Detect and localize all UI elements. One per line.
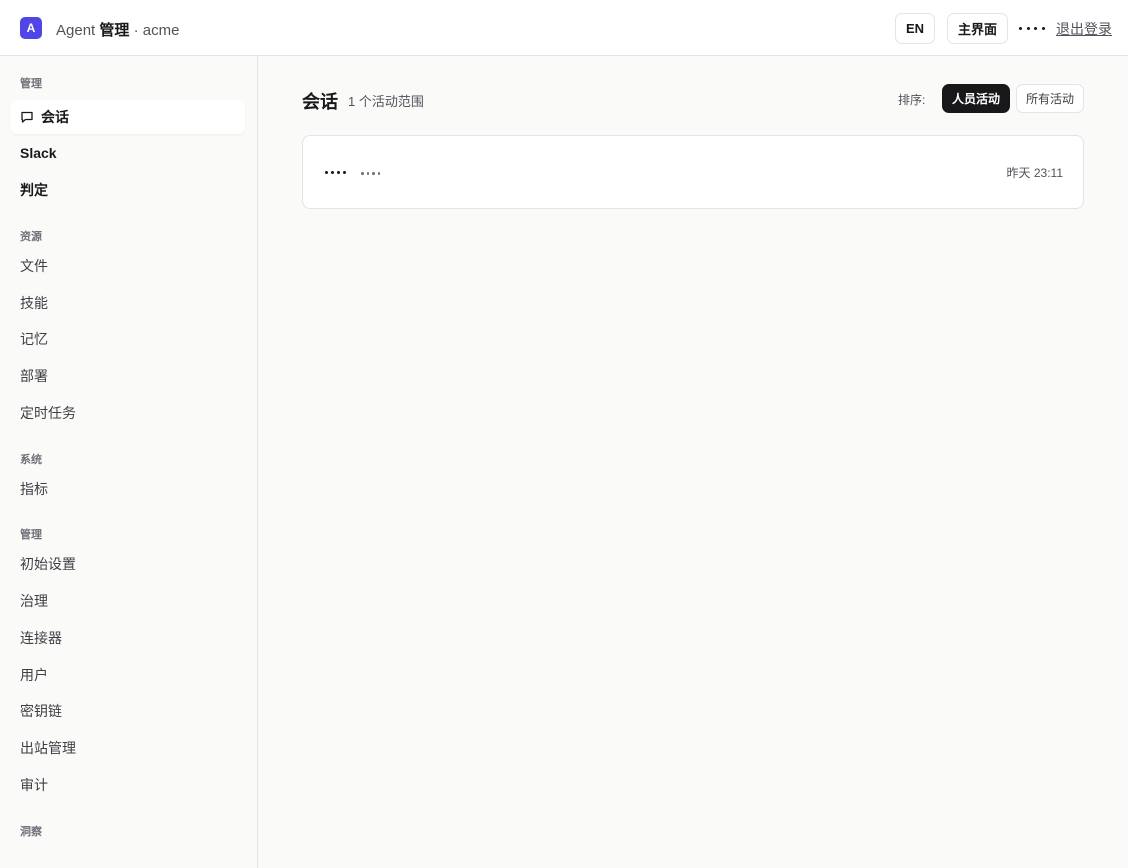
sidebar-item-memory[interactable]: 记忆 (10, 322, 245, 356)
sidebar-item-governance[interactable]: 治理 (10, 584, 245, 618)
main-content: 会话 1 个活动范围 排序: 人员活动 所有活动 昨天 23:11 (258, 56, 1128, 868)
section-label-resources: 资源 (20, 231, 42, 243)
sidebar-item-keychain[interactable]: 密钥链 (10, 694, 245, 728)
sidebar: 管理 会话 Slack 判定 资源 文件 技能 记忆 部署 定时任务 系统 指标… (0, 56, 258, 868)
sort-option-all-activity[interactable]: 所有活动 (1016, 84, 1084, 113)
section-label-system: 系统 (20, 454, 42, 466)
sidebar-item-files[interactable]: 文件 (10, 249, 245, 283)
sidebar-item-deploy[interactable]: 部署 (10, 359, 245, 393)
chat-icon (20, 110, 34, 124)
sidebar-item-users[interactable]: 用户 (10, 658, 245, 692)
sidebar-item-slack[interactable]: Slack (10, 136, 245, 170)
sidebar-item-label: 会话 (41, 109, 69, 125)
brand-prefix: Agent (56, 22, 96, 39)
logo-letter: A (26, 21, 36, 35)
page-title: 会话 (302, 92, 338, 112)
sidebar-item-label: 部署 (20, 368, 48, 384)
sidebar-item-initial-setup[interactable]: 初始设置 (10, 547, 245, 581)
main-view-button[interactable]: 主界面 (947, 13, 1008, 44)
sidebar-item-judgment[interactable]: 判定 (10, 173, 245, 207)
sidebar-item-audit[interactable]: 审计 (10, 768, 245, 802)
session-card[interactable]: 昨天 23:11 (302, 135, 1084, 209)
sidebar-item-label: 出站管理 (20, 740, 76, 756)
section-label-admin: 管理 (20, 529, 42, 541)
brand-title: Agent 管理 · acme (56, 19, 179, 40)
brand-strong: 管理 (99, 22, 130, 39)
sidebar-item-skills[interactable]: 技能 (10, 286, 245, 320)
session-time: 昨天 23:11 (1006, 166, 1063, 180)
sidebar-item-label: 用户 (20, 667, 48, 683)
sidebar-item-label: 文件 (20, 258, 48, 274)
brand-suffix: · acme (133, 22, 180, 39)
sidebar-item-label: Slack (20, 145, 57, 161)
sidebar-item-label: 判定 (20, 182, 48, 198)
redacted-meta-icon (361, 172, 380, 175)
sidebar-item-scheduled-tasks[interactable]: 定时任务 (10, 396, 245, 430)
app-logo[interactable]: A (20, 17, 42, 39)
sidebar-item-sessions[interactable]: 会话 (10, 100, 245, 134)
more-dots-icon[interactable] (1019, 20, 1045, 36)
sidebar-item-label: 治理 (20, 593, 48, 609)
sidebar-item-label: 初始设置 (20, 556, 76, 572)
logout-link[interactable]: 退出登录 (1056, 19, 1112, 39)
sort-option-human-activity[interactable]: 人员活动 (942, 84, 1010, 113)
top-bar: A Agent 管理 · acme EN 主界面 退出登录 (0, 0, 1128, 56)
sidebar-item-metrics[interactable]: 指标 (10, 472, 245, 506)
sidebar-item-label: 定时任务 (20, 405, 76, 421)
section-label-manage: 管理 (20, 78, 42, 90)
scope-count: 1 个活动范围 (348, 94, 424, 109)
sidebar-item-label: 密钥链 (20, 703, 62, 719)
section-label-insights: 洞察 (20, 826, 42, 838)
sidebar-item-label: 技能 (20, 295, 48, 311)
sidebar-item-label: 记忆 (20, 331, 48, 347)
sidebar-item-label: 连接器 (20, 630, 62, 646)
sidebar-item-label: 审计 (20, 777, 48, 793)
language-button[interactable]: EN (895, 13, 935, 44)
redacted-title-icon (325, 171, 346, 174)
sidebar-item-label: 指标 (20, 481, 48, 497)
sort-label: 排序: (898, 93, 926, 107)
sidebar-item-connectors[interactable]: 连接器 (10, 621, 245, 655)
sidebar-item-egress[interactable]: 出站管理 (10, 731, 245, 765)
